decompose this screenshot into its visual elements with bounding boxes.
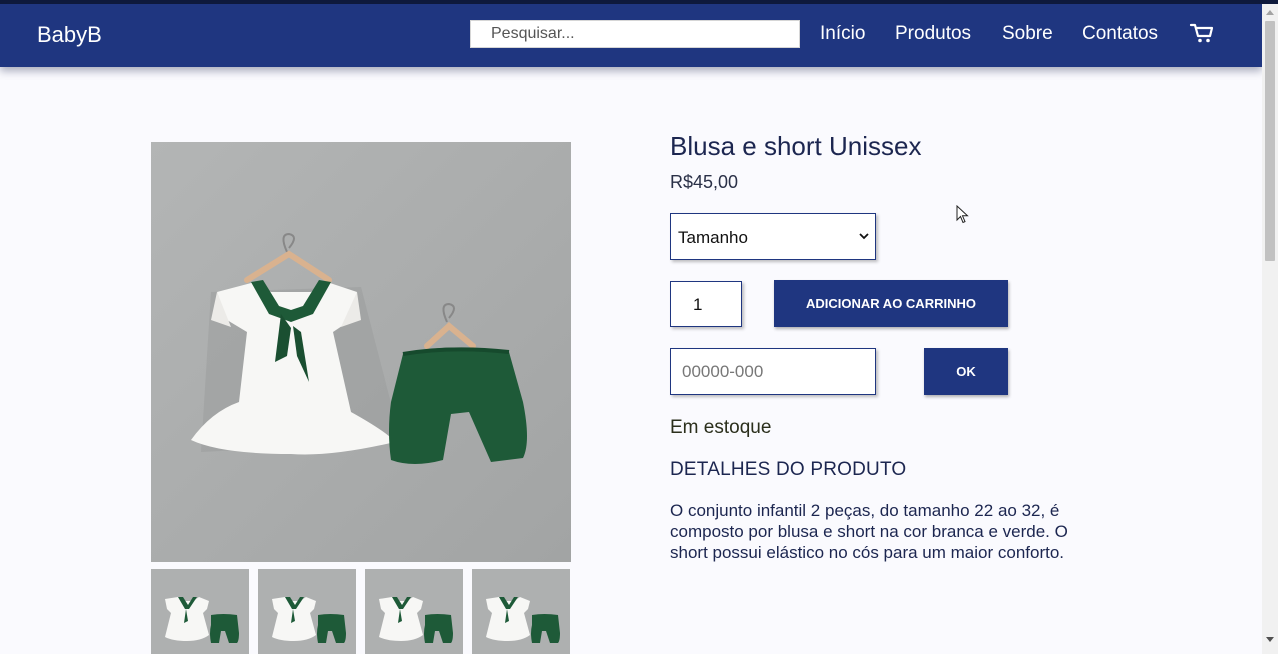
cep-input[interactable] xyxy=(670,348,876,395)
quantity-input[interactable]: 1 xyxy=(670,281,742,327)
size-select[interactable]: Tamanho xyxy=(670,213,876,260)
chevron-down-icon xyxy=(859,233,869,240)
site-header: BabyB Início Produtos Sobre Contatos xyxy=(0,4,1262,67)
stock-status: Em estoque xyxy=(670,417,772,438)
scroll-thumb[interactable] xyxy=(1265,21,1275,261)
brand-logo[interactable]: BabyB xyxy=(37,22,102,48)
quantity-value: 1 xyxy=(693,295,703,314)
product-description: O conjunto infantil 2 peças, do tamanho … xyxy=(670,501,1068,562)
nav-link-sobre[interactable]: Sobre xyxy=(1002,23,1053,45)
product-thumbnail[interactable] xyxy=(365,569,463,654)
cep-ok-button[interactable]: OK xyxy=(924,348,1008,395)
cart-icon[interactable] xyxy=(1189,21,1215,45)
search-input[interactable] xyxy=(470,20,800,48)
product-price: R$45,00 xyxy=(670,172,739,192)
product-thumbnail[interactable] xyxy=(258,569,356,654)
nav-link-contatos[interactable]: Contatos xyxy=(1082,23,1158,45)
add-to-cart-button[interactable]: ADICIONAR AO CARRINHO xyxy=(774,280,1008,327)
page-scrollbar[interactable] xyxy=(1262,4,1278,654)
scroll-down-arrow-icon[interactable] xyxy=(1266,637,1274,642)
nav-link-produtos[interactable]: Produtos xyxy=(895,23,971,45)
product-title: Blusa e short Unissex xyxy=(670,131,922,161)
mouse-pointer-icon xyxy=(956,205,969,224)
size-select-value: Tamanho xyxy=(678,228,748,247)
product-main-image xyxy=(151,142,571,562)
details-heading: DETALHES DO PRODUTO xyxy=(670,459,907,480)
product-thumbnail[interactable] xyxy=(151,569,249,654)
product-thumbnail[interactable] xyxy=(472,569,570,654)
scroll-up-arrow-icon[interactable] xyxy=(1266,10,1274,15)
nav-link-inicio[interactable]: Início xyxy=(820,23,865,45)
